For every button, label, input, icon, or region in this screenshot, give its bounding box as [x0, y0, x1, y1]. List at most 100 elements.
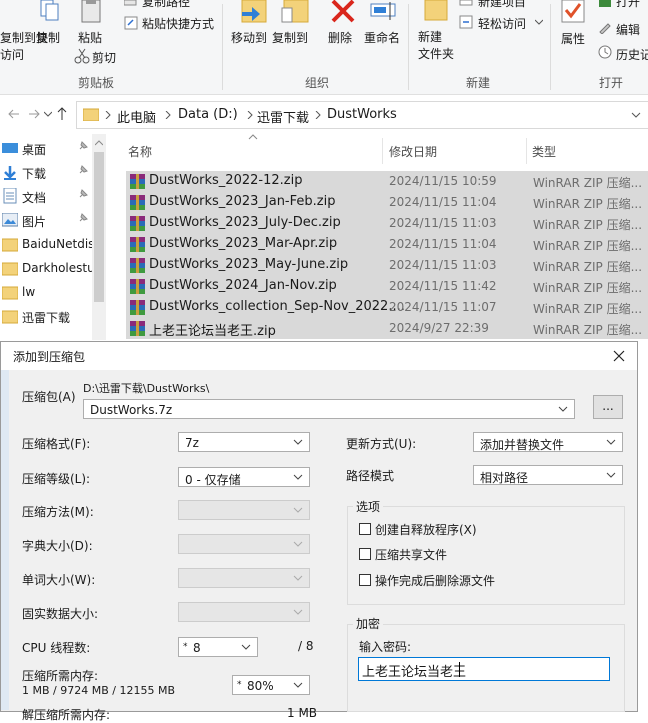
column-header-name[interactable]: 名称 — [128, 143, 152, 160]
column-divider[interactable] — [382, 138, 383, 164]
nav-item-label: 图片 — [22, 215, 47, 229]
update-mode-select[interactable]: 添加并替换文件 — [473, 432, 623, 452]
nav-item-baidunetdisk[interactable]: BaiduNetdis — [0, 233, 94, 257]
breadcrumb-xunlei[interactable]: 迅雷下载 — [257, 107, 309, 126]
column-divider[interactable] — [526, 138, 527, 164]
archive-path: D:\迅雷下载\DustWorks\ — [83, 382, 210, 395]
scissors-icon — [74, 48, 90, 64]
new-item-button[interactable]: 新建项目 — [478, 0, 526, 10]
column-header-type[interactable]: 类型 — [532, 143, 556, 160]
file-type: WinRAR ZIP 压缩... — [533, 260, 643, 274]
recent-dropdown-icon[interactable] — [44, 110, 52, 118]
file-row[interactable]: DustWorks_2023_July-Dec.zip 2024/11/15 11… — [126, 213, 648, 234]
file-date: 2024/11/15 11:04 — [389, 195, 497, 209]
easy-access-icon — [459, 15, 473, 29]
new-folder-button[interactable]: 新建 文件夹 — [418, 29, 454, 63]
column-header-date[interactable]: 修改日期 — [389, 143, 437, 160]
delete-button[interactable]: 删除 — [328, 29, 352, 46]
nav-item-lw[interactable]: lw — [0, 281, 92, 305]
breadcrumb-data-drive[interactable]: Data (D:) — [178, 107, 238, 122]
browse-button[interactable]: ... — [593, 395, 623, 419]
file-name: DustWorks_collection_Sep-Nov_2022.... — [149, 299, 405, 314]
paste-shortcut-button[interactable]: 粘贴快捷方式 — [142, 15, 214, 32]
easy-access-button[interactable]: 轻松访问 — [478, 15, 526, 32]
paste-button[interactable]: 粘贴 — [78, 29, 102, 46]
folder-icon — [83, 108, 99, 121]
archive-name-field[interactable]: DustWorks.7z — [83, 399, 575, 419]
rename-icon — [370, 2, 396, 20]
nav-item-xunlei[interactable]: 迅雷下载 — [0, 305, 92, 329]
file-name: DustWorks_2023_July-Dec.zip — [149, 215, 341, 230]
path-mode-value: 相对路径 — [480, 471, 529, 485]
compress-shared-checkbox[interactable] — [359, 548, 371, 560]
close-icon[interactable] — [613, 350, 625, 362]
copy-button[interactable]: 复制 — [36, 29, 60, 46]
chevron-down-icon[interactable] — [557, 403, 569, 415]
forward-arrow-icon[interactable] — [28, 108, 40, 120]
chevron-down-icon — [293, 682, 303, 688]
new-group-label: 新建 — [466, 76, 491, 90]
level-label: 压缩等级(L): — [22, 472, 91, 486]
address-bar[interactable]: 此电脑 Data (D:) 迅雷下载 DustWorks — [76, 101, 648, 129]
nav-item-darkholestudio[interactable]: Darkholestu — [0, 257, 95, 281]
chevron-right-icon — [247, 111, 253, 119]
delete-after-label: 操作完成后删除源文件 — [375, 574, 496, 588]
scroll-up-icon[interactable] — [95, 140, 103, 146]
browse-button-label: ... — [602, 399, 614, 413]
scrollbar-thumb[interactable] — [94, 152, 104, 302]
file-type: WinRAR ZIP 压缩... — [533, 302, 643, 316]
file-row[interactable]: DustWorks_collection_Sep-Nov_2022.... 202… — [126, 297, 648, 318]
cut-button[interactable]: 剪切 — [92, 49, 116, 66]
file-row[interactable]: DustWorks_2023_May-June.zip 2024/11/15 11… — [126, 255, 648, 276]
nav-item-label: lw — [22, 285, 36, 299]
chevron-down-icon[interactable] — [631, 111, 641, 119]
file-date: 2024/11/15 11:04 — [389, 237, 497, 251]
cpu-threads-select[interactable]: * 8 — [178, 637, 258, 657]
properties-icon — [561, 0, 585, 23]
winrar-archive-icon — [130, 174, 145, 189]
up-arrow-icon[interactable] — [56, 107, 68, 121]
path-mode-select[interactable]: 相对路径 — [473, 465, 623, 485]
format-value: 7z — [185, 436, 199, 450]
add-to-archive-dialog: 添加到压缩包 压缩包(A) D:\迅雷下载\DustWorks\ DustWor… — [0, 341, 638, 722]
file-row[interactable]: DustWorks_2024_Jan-Nov.zip 2024/11/15 11:… — [126, 276, 648, 297]
password-input[interactable]: 上老王论坛当老王 — [358, 657, 610, 681]
history-button[interactable]: 历史记 — [616, 46, 648, 63]
back-arrow-icon[interactable] — [8, 108, 20, 120]
file-date: 2024/11/15 11:03 — [389, 258, 497, 272]
file-name: 上老王论坛当老王.zip — [149, 324, 276, 339]
memory-percent-select[interactable]: * 80% — [232, 675, 310, 695]
asterisk-marker: * — [183, 642, 188, 652]
level-select[interactable]: 0 - 仅存储 — [178, 467, 310, 487]
nav-scrollbar[interactable] — [92, 134, 106, 340]
ribbon-separator — [408, 4, 409, 90]
breadcrumb-this-pc[interactable]: 此电脑 — [117, 107, 156, 126]
edit-button[interactable]: 编辑 — [616, 21, 640, 38]
format-select[interactable]: 7z — [178, 432, 310, 452]
update-mode-value: 添加并替换文件 — [480, 438, 565, 452]
copy-path-button[interactable]: 复制路径 — [142, 0, 190, 10]
file-row[interactable]: DustWorks_2023_Mar-Apr.zip 2024/11/15 11:… — [126, 234, 648, 255]
breadcrumb-dustworks[interactable]: DustWorks — [327, 107, 397, 122]
file-row[interactable]: DustWorks_2023_Jan-Feb.zip 2024/11/15 11:… — [126, 192, 648, 213]
copy-to-button[interactable]: 复制到 — [272, 29, 308, 46]
file-date: 2024/11/15 11:03 — [389, 216, 497, 230]
nav-item-label: 文档 — [22, 191, 47, 205]
file-row[interactable]: 上老王论坛当老王.zip 2024/9/27 22:39 WinRAR ZIP 压缩… — [126, 318, 648, 339]
quick-access-label[interactable]: 访问 — [0, 46, 24, 63]
dialog-title: 添加到压缩包 — [13, 350, 86, 364]
properties-button[interactable]: 属性 — [561, 30, 585, 47]
delete-after-checkbox[interactable] — [359, 574, 371, 586]
open-button[interactable]: 打开 — [616, 0, 640, 10]
level-value: 0 - 仅存储 — [185, 473, 241, 487]
rename-button[interactable]: 重命名 — [364, 29, 400, 46]
dialog-titlebar[interactable]: 添加到压缩包 — [1, 342, 637, 370]
chevron-down-icon — [606, 439, 616, 445]
file-type: WinRAR ZIP 压缩... — [533, 281, 643, 295]
file-row[interactable]: DustWorks_2022-12.zip 2024/11/15 10:59 Win… — [126, 171, 648, 192]
solid-block-label: 固实数据大小: — [22, 607, 99, 621]
download-icon — [4, 166, 16, 180]
pictures-icon — [2, 213, 18, 227]
move-to-button[interactable]: 移动到 — [231, 29, 267, 46]
create-sfx-checkbox[interactable] — [359, 523, 371, 535]
